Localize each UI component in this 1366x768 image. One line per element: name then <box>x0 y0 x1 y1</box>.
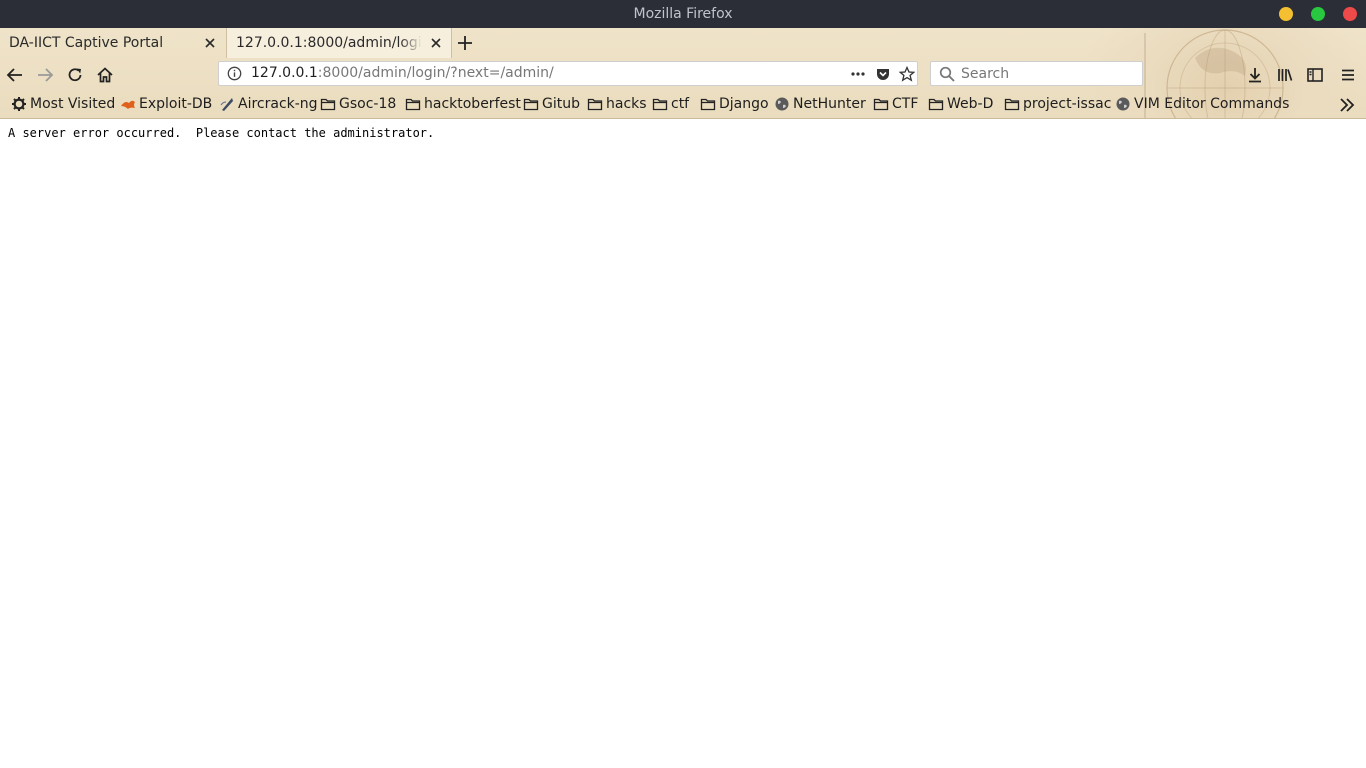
bookmark-label: NetHunter <box>793 96 866 112</box>
folder-icon <box>700 98 716 111</box>
tab-admin-login[interactable]: 127.0.0.1:8000/admin/login/?next=/admin/ <box>226 28 452 58</box>
bookmark-label: Web-D <box>947 96 994 112</box>
bookmark-label: ctf <box>671 96 690 112</box>
url-bar[interactable]: 127.0.0.1:8000/admin/login/?next=/admin/ <box>218 61 918 86</box>
forward-arrow-icon[interactable] <box>36 66 54 84</box>
folder-icon <box>587 98 603 111</box>
window-title: Mozilla Firefox <box>633 6 733 22</box>
sidebar-icon[interactable] <box>1306 66 1324 84</box>
minimize-button[interactable] <box>1279 7 1293 21</box>
browser-chrome: DA-IICT Captive Portal 127.0.0.1:8000/ad… <box>0 28 1366 119</box>
url-path: :8000/admin/login/?next=/admin/ <box>317 65 554 81</box>
bookmark-label: Gitub <box>542 96 580 112</box>
downloads-icon[interactable] <box>1246 66 1264 84</box>
url-text[interactable]: 127.0.0.1:8000/admin/login/?next=/admin/ <box>251 62 554 85</box>
page-content: A server error occurred. Please contact … <box>0 119 1366 768</box>
tab-label: 127.0.0.1:8000/admin/login/?next=/admin/ <box>236 35 422 51</box>
aircrack-icon <box>220 98 233 111</box>
bookmark-label: Aircrack-ng <box>238 96 318 112</box>
chevron-overflow-icon[interactable] <box>1338 96 1356 114</box>
site-info-icon[interactable] <box>227 66 242 81</box>
bookmark-label: CTF <box>892 96 919 112</box>
bookmark-label: Django <box>719 96 769 112</box>
search-bar[interactable] <box>930 61 1143 86</box>
folder-icon <box>873 98 889 111</box>
folder-icon <box>1004 98 1020 111</box>
bookmark-label: Exploit-DB <box>139 96 213 112</box>
close-window-button[interactable] <box>1343 7 1357 21</box>
tab-label: DA-IICT Captive Portal <box>9 35 164 51</box>
gear-icon <box>12 97 26 111</box>
search-icon <box>939 66 955 82</box>
folder-icon <box>320 98 336 111</box>
page-actions-icon[interactable] <box>850 66 866 82</box>
navigation-toolbar: 127.0.0.1:8000/admin/login/?next=/admin/ <box>0 58 1366 90</box>
library-icon[interactable] <box>1276 66 1294 84</box>
close-tab-icon[interactable] <box>203 36 217 50</box>
bookmark-label: hacks <box>606 96 647 112</box>
search-input[interactable] <box>961 63 1136 84</box>
tab-captive-portal[interactable]: DA-IICT Captive Portal <box>0 28 225 58</box>
reload-icon[interactable] <box>66 66 84 84</box>
bookmark-label: Most Visited <box>30 96 116 112</box>
home-icon[interactable] <box>96 66 114 84</box>
window-titlebar: Mozilla Firefox <box>0 0 1366 28</box>
menu-hamburger-icon[interactable] <box>1339 66 1357 84</box>
server-error-message: A server error occurred. Please contact … <box>8 126 435 140</box>
globe-icon <box>1116 97 1130 111</box>
bookmark-label: hacktoberfest <box>424 96 521 112</box>
bookmark-label: VIM Editor Commands <box>1134 96 1290 112</box>
bookmarks-toolbar: Most Visited Exploit-DB Aircrack-ng Gsoc… <box>0 90 1366 118</box>
bookmark-label: project-issac <box>1023 96 1112 112</box>
pocket-icon[interactable] <box>875 66 891 82</box>
url-host: 127.0.0.1 <box>251 65 318 81</box>
bookmark-label: Gsoc-18 <box>339 96 397 112</box>
folder-icon <box>652 98 668 111</box>
folder-icon <box>405 98 421 111</box>
new-tab-icon[interactable] <box>456 34 474 52</box>
back-arrow-icon[interactable] <box>6 66 24 84</box>
folder-icon <box>928 98 944 111</box>
close-tab-icon[interactable] <box>429 36 443 50</box>
exploitdb-icon <box>121 100 135 109</box>
folder-icon <box>523 98 539 111</box>
globe-icon <box>775 97 789 111</box>
maximize-button[interactable] <box>1311 7 1325 21</box>
bookmark-star-icon[interactable] <box>899 66 915 82</box>
